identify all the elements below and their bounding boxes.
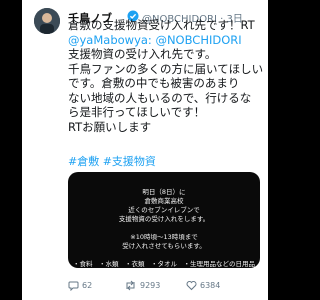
tweet-card[interactable]: 千鳥ノブ @NOBCHIDORI · 3日 倉敷の支援物資受け入れ先です！RT … bbox=[22, 0, 268, 300]
retweet-count: 9293 bbox=[140, 281, 161, 290]
image-text-line: ・食料 ・水類 ・衣類 ・タオル ・生理用品などの日用品 bbox=[73, 260, 255, 268]
body-line: RTお願いします bbox=[68, 119, 152, 134]
body-line: です。倉敷の中でも被害のあまり bbox=[68, 76, 240, 90]
like-count: 6384 bbox=[200, 281, 221, 290]
avatar[interactable] bbox=[34, 8, 60, 34]
body-line: 千鳥ファンの多くの方に届いてほしい bbox=[68, 61, 264, 76]
like-button[interactable]: 6384 bbox=[186, 280, 220, 291]
body-line: 倉敷の支援物資受け入れ先です！RT bbox=[68, 18, 255, 32]
attached-image[interactable]: 明日（8日）に 倉敷商業高校 近くのセブンイレブンで 支援物資の受け入れをします… bbox=[68, 172, 260, 268]
reply-icon bbox=[68, 281, 79, 291]
tweet-actions: 62 9293 6384 bbox=[68, 280, 264, 294]
tweet-text: 倉敷の支援物資受け入れ先です！RT @yaMabowya: @NOBCHIDOR… bbox=[68, 18, 264, 134]
image-text-line: 受け入れさせてもらいます。 bbox=[122, 242, 206, 250]
retweet-button[interactable]: 9293 bbox=[124, 280, 160, 291]
retweet-icon bbox=[126, 280, 135, 291]
body-line: 支援物資の受け入れ先です。 bbox=[68, 47, 217, 61]
reply-button[interactable]: 62 bbox=[68, 280, 92, 291]
image-text-line: 支援物資の受け入れをします。 bbox=[118, 215, 210, 223]
reply-count: 62 bbox=[82, 281, 93, 290]
avatar-photo-icon bbox=[34, 8, 60, 34]
hashtag-links[interactable]: #倉敷 #支援物資 bbox=[68, 153, 156, 169]
like-icon bbox=[186, 281, 197, 291]
body-line: ら是非行ってほしいです！ bbox=[68, 105, 206, 119]
mention-link[interactable]: @yaMabowya: @NOBCHIDORI bbox=[68, 33, 242, 47]
body-line: ない地域の人もいるので、行けるな bbox=[68, 90, 252, 105]
